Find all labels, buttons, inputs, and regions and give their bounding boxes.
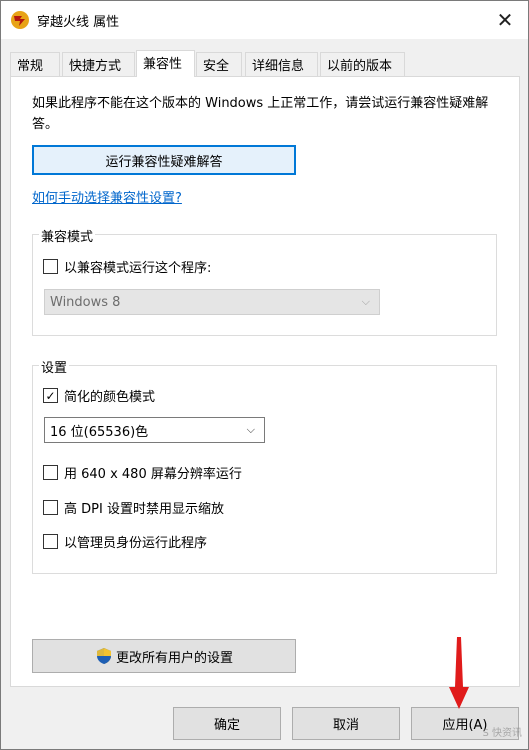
compat-mode-group: 兼容模式 以兼容模式运行这个程序: Windows 8 ⌵ [32,226,497,336]
tab-details[interactable]: 详细信息 [245,52,318,76]
change-all-users-label: 更改所有用户的设置 [115,650,233,666]
tab-security[interactable]: 安全 [196,52,242,76]
reduced-color-checkbox[interactable]: ✓ [43,388,58,403]
compat-mode-checkbox[interactable] [43,259,58,274]
settings-group: 设置 ✓ 简化的颜色模式 16 位(65536)色 ⌵ 用 640 x 480 … [32,357,497,574]
color-depth-value: 16 位(65536)色 [50,424,149,440]
high-dpi-label: 高 DPI 设置时禁用显示缩放 [64,502,224,517]
high-dpi-row[interactable]: 高 DPI 设置时禁用显示缩放 [43,498,224,517]
red-arrow-annotation-icon [449,637,469,709]
close-icon: ✕ [496,8,514,32]
color-depth-select[interactable]: 16 位(65536)色 ⌵ [44,417,265,443]
res-640-label: 用 640 x 480 屏幕分辨率运行 [64,467,242,482]
tab-shortcut[interactable]: 快捷方式 [62,52,135,76]
os-version-select: Windows 8 ⌵ [44,289,380,315]
compat-mode-label: 兼容模式 [39,226,96,245]
intro-text: 如果此程序不能在这个版本的 Windows 上正常工作，请尝试运行兼容性疑难解答… [32,96,489,132]
reduced-color-row[interactable]: ✓ 简化的颜色模式 [43,386,155,405]
chevron-down-icon: ⌵ [246,423,255,436]
compat-mode-row[interactable]: 以兼容模式运行这个程序: [43,257,211,276]
uac-shield-icon [96,648,111,664]
run-admin-row[interactable]: 以管理员身份运行此程序 [43,532,207,551]
settings-label: 设置 [39,357,70,376]
chevron-down-icon: ⌵ [361,295,370,308]
watermark: S 快资讯 [482,728,522,739]
properties-window: 穿越火线 属性 ✕ 常规 快捷方式 兼容性 安全 详细信息 以前的版本 如果此程… [0,0,529,750]
close-button[interactable]: ✕ [482,1,528,39]
run-troubleshooter-button[interactable]: 运行兼容性疑难解答 [32,145,296,175]
crossfire-app-icon [11,11,29,29]
checkmark-icon: ✓ [45,388,56,403]
res-640-row[interactable]: 用 640 x 480 屏幕分辨率运行 [43,463,242,482]
ok-button[interactable]: 确定 [173,707,281,740]
compat-mode-checkbox-label: 以兼容模式运行这个程序: [64,261,212,276]
window-title: 穿越火线 属性 [37,15,120,30]
tab-previous-versions[interactable]: 以前的版本 [320,52,405,76]
res-640-checkbox[interactable] [43,465,58,480]
change-all-users-button[interactable]: 更改所有用户的设置 [32,639,296,673]
tab-general[interactable]: 常规 [10,52,60,76]
reduced-color-label: 简化的颜色模式 [64,390,156,405]
run-admin-label: 以管理员身份运行此程序 [64,536,208,551]
tab-strip: 常规 快捷方式 兼容性 安全 详细信息 以前的版本 [10,50,510,77]
compatibility-panel: 如果此程序不能在这个版本的 Windows 上正常工作，请尝试运行兼容性疑难解答… [10,76,520,687]
cancel-button[interactable]: 取消 [292,707,400,740]
title-bar: 穿越火线 属性 ✕ [1,1,528,39]
run-admin-checkbox[interactable] [43,534,58,549]
high-dpi-checkbox[interactable] [43,500,58,515]
tab-compatibility[interactable]: 兼容性 [136,50,195,77]
manual-settings-link[interactable]: 如何手动选择兼容性设置? [32,187,182,206]
os-version-value: Windows 8 [50,294,121,310]
